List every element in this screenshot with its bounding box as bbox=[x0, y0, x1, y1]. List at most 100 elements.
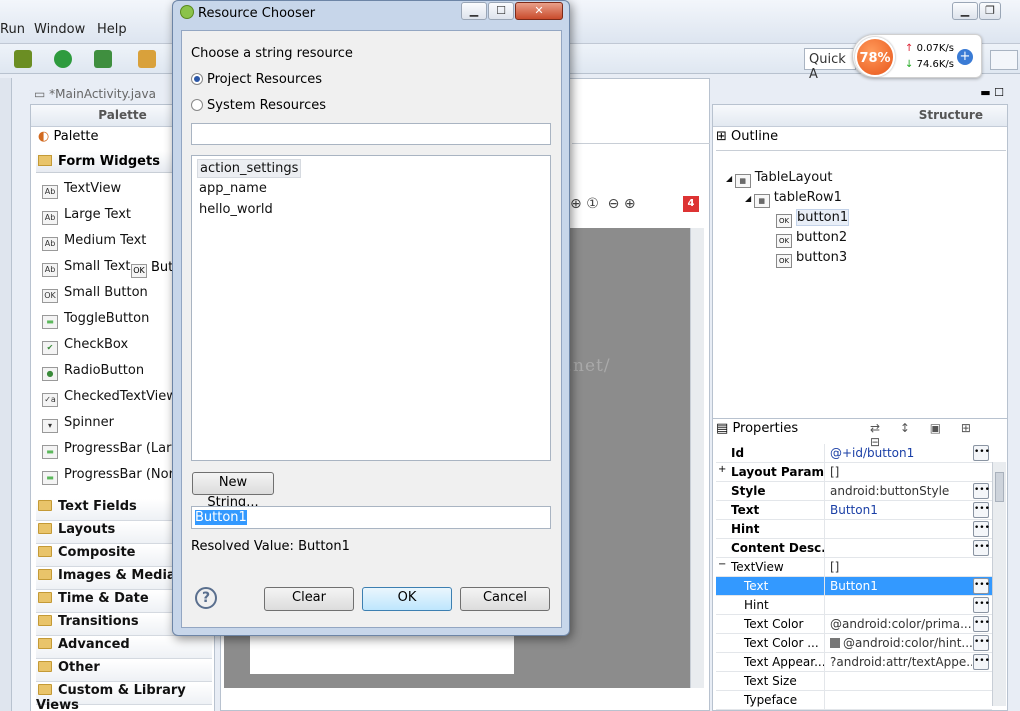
browse-button[interactable]: ••• bbox=[973, 540, 990, 556]
dialog-title: Resource Chooser bbox=[180, 5, 315, 21]
properties-scroll-thumb[interactable] bbox=[995, 472, 1004, 502]
browse-button[interactable]: ••• bbox=[973, 654, 990, 670]
radio-system-resources[interactable]: System Resources bbox=[191, 98, 326, 113]
zoom-real-icon[interactable]: ① bbox=[586, 196, 599, 212]
folder-icon bbox=[38, 615, 52, 626]
radio-system-indicator[interactable] bbox=[191, 99, 203, 111]
browse-button[interactable]: ••• bbox=[973, 597, 990, 613]
canvas-scrollbar[interactable] bbox=[690, 228, 704, 688]
palette-item[interactable]: OK Small Button bbox=[42, 285, 148, 307]
browse-button[interactable]: ••• bbox=[973, 445, 990, 461]
resource-list-item[interactable]: app_name bbox=[197, 180, 269, 197]
package-icon[interactable] bbox=[138, 50, 156, 68]
menu-help[interactable]: Help bbox=[97, 22, 127, 37]
palette-item-button[interactable]: OK But bbox=[131, 260, 173, 278]
debug-icon[interactable] bbox=[14, 50, 32, 68]
new-string-button[interactable]: New String... bbox=[192, 472, 274, 510]
menu-window[interactable]: Window bbox=[34, 22, 85, 37]
palette-item[interactable]: Ab TextView bbox=[42, 181, 121, 203]
browse-button[interactable]: ••• bbox=[973, 502, 990, 518]
property-row[interactable]: Hint ••• bbox=[716, 520, 992, 539]
minimize-panel-icon[interactable]: ▬ ☐ bbox=[980, 86, 1004, 99]
property-row[interactable]: Text Size bbox=[716, 672, 992, 691]
resource-value-input[interactable]: Button1 bbox=[191, 506, 551, 529]
expand-icon[interactable]: ◢ bbox=[726, 174, 735, 183]
property-row[interactable]: Typeface bbox=[716, 691, 992, 710]
folder-icon bbox=[38, 569, 52, 580]
property-row[interactable]: Content Desc... ••• bbox=[716, 539, 992, 558]
palette-item[interactable]: ▬ ProgressBar (Norm bbox=[42, 467, 186, 489]
palette-category[interactable]: Advanced bbox=[36, 637, 212, 659]
property-row[interactable]: Text Button1 ••• bbox=[716, 577, 992, 596]
outline-node[interactable]: ◢ ▦ tableRow1 bbox=[745, 190, 842, 208]
error-badge[interactable]: 4 bbox=[683, 196, 699, 212]
property-row[interactable]: Id @+id/button1 ••• bbox=[716, 444, 992, 463]
expand-icon[interactable]: ◢ bbox=[745, 194, 754, 203]
palette-item[interactable]: ● RadioButton bbox=[42, 363, 144, 385]
outline-node[interactable]: OK button3 bbox=[776, 250, 847, 268]
resource-list-item[interactable]: hello_world bbox=[197, 201, 275, 218]
zoom-icons[interactable]: ⊕ ① ⊖ ⊕ bbox=[570, 196, 636, 212]
palette-item[interactable]: ▾ Spinner bbox=[42, 415, 114, 437]
palette-category[interactable]: Other bbox=[36, 660, 212, 682]
palette-item-label: RadioButton bbox=[64, 363, 145, 378]
zoom-in-icon[interactable]: ⊕ bbox=[624, 196, 636, 212]
property-row[interactable]: Text Color @android:color/prima... ••• bbox=[716, 615, 992, 634]
help-icon[interactable]: ? bbox=[195, 587, 217, 609]
resource-list-item[interactable]: action_settings bbox=[197, 159, 302, 178]
palette-item[interactable]: Ab Medium Text bbox=[42, 233, 146, 255]
property-row[interactable]: Style android:buttonStyle ••• bbox=[716, 482, 992, 501]
outline-node[interactable]: OK button2 bbox=[776, 230, 847, 248]
property-row[interactable]: − TextView[] bbox=[716, 558, 992, 577]
property-row[interactable]: +Layout Param...[] bbox=[716, 463, 992, 482]
outline-panel: Structure bbox=[712, 104, 1008, 434]
browse-button[interactable]: ••• bbox=[973, 483, 990, 499]
folder-icon bbox=[38, 592, 52, 603]
palette-item[interactable]: ▬ ToggleButton bbox=[42, 311, 149, 333]
palette-item-label: CheckedTextView bbox=[64, 389, 177, 404]
perspective-button[interactable] bbox=[990, 50, 1018, 70]
radio-project-resources[interactable]: Project Resources bbox=[191, 72, 322, 87]
palette-item[interactable]: Ab Small Text bbox=[42, 259, 131, 281]
node-icon: OK bbox=[776, 214, 792, 228]
palette-item[interactable]: ✔ CheckBox bbox=[42, 337, 128, 359]
cancel-button[interactable]: Cancel bbox=[460, 587, 550, 611]
widget-icon: ▬ bbox=[42, 445, 58, 459]
palette-item[interactable]: ✓a CheckedTextView bbox=[42, 389, 177, 411]
menu-run[interactable]: Run bbox=[0, 22, 25, 37]
palette-item[interactable]: ▬ ProgressBar (Large bbox=[42, 441, 188, 463]
restore-button[interactable]: ❐ bbox=[979, 2, 1001, 20]
outline-node[interactable]: ◢ ▦ TableLayout bbox=[726, 170, 833, 188]
property-value: @+id/button1 bbox=[830, 446, 915, 460]
property-value: Button1 bbox=[830, 503, 878, 517]
zoom-out-icon[interactable]: ⊖ bbox=[608, 196, 620, 212]
run-icon[interactable] bbox=[54, 50, 72, 68]
dialog-minimize-button[interactable]: ▁ bbox=[461, 2, 487, 20]
ok-button[interactable]: OK bbox=[362, 587, 452, 611]
widget-icon: ✓a bbox=[42, 393, 58, 407]
quick-access-input[interactable]: Quick A bbox=[804, 48, 856, 82]
radio-project-indicator[interactable] bbox=[191, 73, 203, 85]
property-row[interactable]: Text Appear... ?android:attr/textAppe... •… bbox=[716, 653, 992, 672]
browse-button[interactable]: ••• bbox=[973, 635, 990, 651]
browse-button[interactable]: ••• bbox=[973, 616, 990, 632]
clear-button[interactable]: Clear bbox=[264, 587, 354, 611]
resource-filter-input[interactable] bbox=[191, 123, 551, 145]
browse-button[interactable]: ••• bbox=[973, 521, 990, 537]
properties-scrollbar[interactable] bbox=[992, 462, 1006, 706]
property-row[interactable]: Text Color ... @android:color/hint... ••• bbox=[716, 634, 992, 653]
property-row[interactable]: Text Button1 ••• bbox=[716, 501, 992, 520]
browse-button[interactable]: ••• bbox=[973, 578, 990, 594]
property-value: ?android:attr/textAppe... bbox=[830, 655, 972, 669]
outline-node[interactable]: OK button1 bbox=[776, 209, 850, 228]
palette-category[interactable]: Custom & Library Views bbox=[36, 683, 212, 711]
run-external-icon[interactable] bbox=[94, 50, 112, 68]
property-row[interactable]: Hint ••• bbox=[716, 596, 992, 615]
add-icon[interactable]: + bbox=[957, 49, 973, 65]
property-key: Typeface bbox=[744, 693, 798, 707]
palette-item[interactable]: Ab Large Text bbox=[42, 207, 131, 229]
dialog-maximize-button[interactable]: ☐ bbox=[488, 2, 514, 20]
zoom-fit-icon[interactable]: ⊕ bbox=[570, 196, 582, 212]
dialog-close-button[interactable]: ✕ bbox=[515, 2, 563, 20]
minimize-button[interactable]: ▁ bbox=[952, 2, 978, 20]
